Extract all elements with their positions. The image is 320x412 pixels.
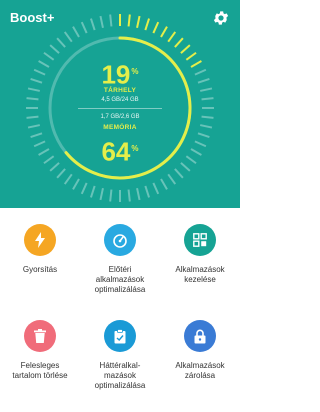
gauge-tick [194, 68, 207, 76]
gauge-tick [201, 115, 214, 119]
gauge-tick [90, 185, 96, 198]
memory-label: MEMÓRIA [103, 124, 137, 131]
gauge-tick [190, 60, 202, 68]
action-label: Felesleges tartalom törlése [12, 361, 68, 380]
gauge-tick [127, 189, 131, 202]
gauge-tick [167, 31, 177, 43]
gauge-tick [38, 60, 50, 68]
gauge-tick [174, 168, 184, 179]
lock-icon [184, 320, 216, 352]
gauge-tick [200, 124, 213, 129]
action-label: Alkalmazások kezelése [175, 265, 225, 284]
action-foreground-optimize[interactable]: Előtéri alkalmazások optimalizálása [80, 224, 160, 295]
gauge-tick [109, 189, 113, 202]
clipboard-check-icon [104, 320, 136, 352]
gauge-tick [194, 140, 207, 148]
apps-grid-icon [184, 224, 216, 256]
gauge-tick [33, 68, 46, 76]
gauge-tick [26, 97, 39, 101]
gauge-tick [27, 87, 40, 92]
gauge-tick [56, 37, 66, 48]
trash-icon [24, 320, 56, 352]
gauge-tick [72, 26, 80, 38]
gauge-tick [160, 178, 168, 190]
gauge-tick [63, 173, 73, 185]
action-manage-apps[interactable]: Alkalmazások kezelése [160, 224, 240, 285]
gauge-tick [38, 148, 50, 156]
gauge-tick [90, 18, 96, 31]
action-label: Gyorsítás [22, 265, 58, 274]
gauge-tick [30, 78, 43, 84]
gauge-tick [200, 87, 213, 92]
gauge-tick [33, 140, 46, 148]
status-header: Boost+ 19% TÁRHELY 4,5 GB/24 GB 1,7 GB/2… [0, 0, 240, 208]
storage-detail: 4,5 GB/24 GB [101, 97, 139, 103]
gauge-tick [43, 51, 55, 61]
gauge-tick [197, 132, 210, 138]
gauge-tick [49, 44, 60, 54]
lightning-icon [24, 224, 56, 256]
action-label: Előtéri alkalmazások optimalizálása [94, 265, 146, 294]
gauge-tick [160, 26, 168, 38]
gauge-tick [201, 97, 214, 101]
gauge-tick [63, 31, 73, 43]
gauge-tick [180, 162, 191, 172]
gauge-tick [197, 78, 210, 84]
gauge-tick [190, 148, 202, 156]
gauge-tick [72, 178, 80, 190]
gauge-tick [27, 124, 40, 129]
gauge-tick [174, 37, 184, 48]
gauge-tick [26, 115, 39, 119]
storage-percent: 19% [101, 59, 139, 90]
speedometer-icon [104, 224, 136, 256]
gauge-tick [99, 188, 104, 201]
gauge-tick [185, 51, 197, 61]
action-junk-clean[interactable]: Felesleges tartalom törlése [0, 320, 80, 381]
gauge-tick [136, 188, 141, 201]
action-boost[interactable]: Gyorsítás [0, 224, 80, 275]
usage-gauge [26, 14, 214, 202]
memory-detail: 1,7 GB/2,6 GB [100, 114, 140, 120]
gauge-tick [56, 168, 66, 179]
gauge-tick [144, 185, 150, 198]
action-label: Alkalmazások zárolása [175, 361, 225, 380]
gauge-tick [30, 132, 43, 138]
gauge-tick [99, 15, 104, 28]
gauge-tick [49, 162, 60, 172]
gauge-tick [80, 21, 88, 34]
gauge-tick [43, 155, 55, 165]
gauge-tick [136, 15, 141, 28]
gauge-tick [185, 155, 197, 165]
storage-label: TÁRHELY [103, 87, 137, 94]
memory-percent: 64% [101, 136, 139, 167]
gauge-tick [144, 18, 150, 31]
gauge-tick [152, 182, 160, 195]
gauge-tick [180, 44, 191, 54]
action-app-lock[interactable]: Alkalmazások zárolása [160, 320, 240, 381]
gauge-tick [80, 182, 88, 195]
action-label: Háttéralkal- mazások optimalizálása [94, 361, 146, 390]
gauge-tick [109, 14, 113, 27]
gauge-tick [152, 21, 160, 34]
gauge-tick [127, 14, 131, 27]
gauge-tick [167, 173, 177, 185]
divider [78, 108, 162, 109]
action-background-optimize[interactable]: Háttéralkal- mazások optimalizálása [80, 320, 160, 391]
